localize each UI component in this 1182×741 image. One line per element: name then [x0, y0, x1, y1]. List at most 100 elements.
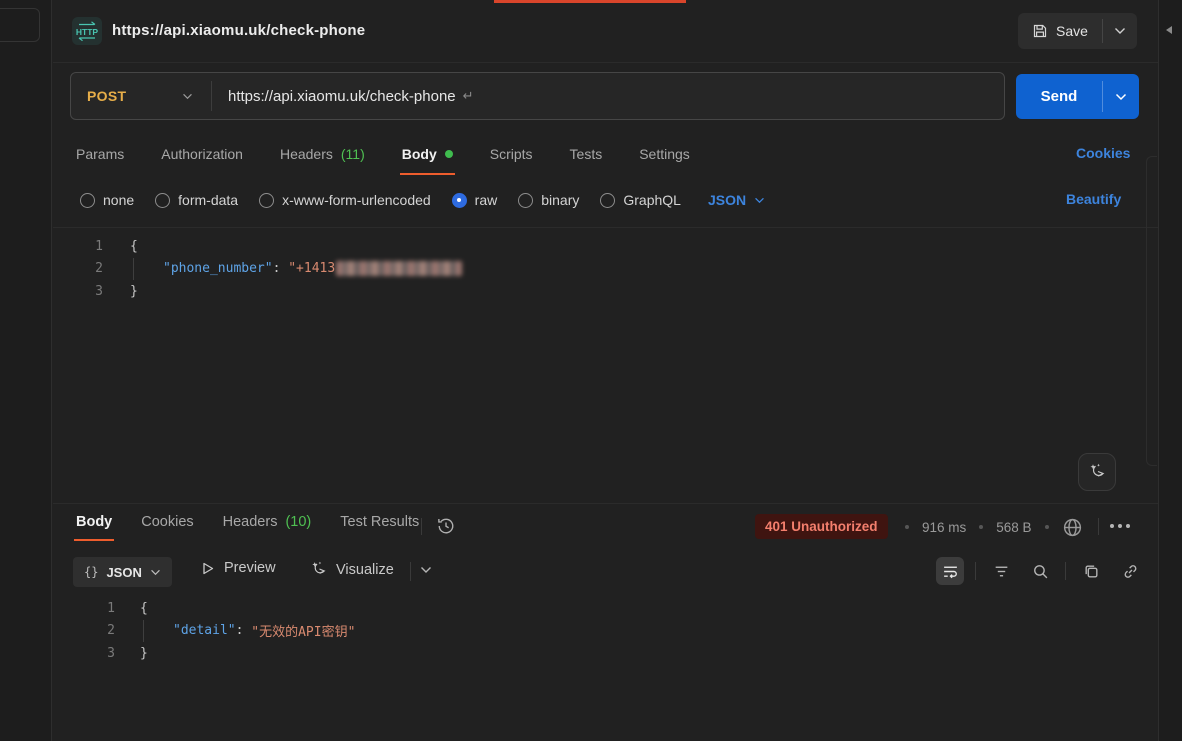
radio-icon [518, 193, 533, 208]
toolbar-chevron-down-icon[interactable] [420, 566, 432, 574]
save-button-main[interactable]: Save [1018, 13, 1102, 49]
line-number: 2 [53, 623, 115, 638]
save-label: Save [1056, 23, 1088, 39]
play-icon [201, 561, 215, 576]
url-input[interactable]: https://api.xiaomu.uk/check-phone ↵ [212, 88, 474, 105]
indent-guide [133, 258, 163, 281]
postbot-sparkle-icon [1087, 462, 1107, 482]
body-mode-graphql[interactable]: GraphQL [600, 192, 681, 208]
method-select[interactable]: POST [71, 88, 211, 104]
meta-separator-dot [1045, 525, 1049, 529]
send-options-button[interactable] [1103, 74, 1139, 119]
tab-body[interactable]: Body [402, 146, 453, 164]
send-button[interactable]: Send [1016, 74, 1139, 119]
code-line: 3 } [53, 280, 1053, 303]
json-value: "+1413 [288, 261, 335, 276]
body-modified-dot [445, 150, 453, 158]
line-number: 3 [53, 646, 115, 661]
response-tab-cookies[interactable]: Cookies [141, 514, 193, 532]
request-url-bar: POST https://api.xiaomu.uk/check-phone ↵ [70, 72, 1005, 120]
line-number: 2 [53, 261, 103, 276]
tab-tests[interactable]: Tests [570, 146, 603, 164]
tab-headers[interactable]: Headers (11) [280, 146, 365, 164]
beautify-link[interactable]: Beautify [1066, 191, 1121, 207]
cookies-link[interactable]: Cookies [1076, 145, 1130, 161]
response-meta: 916 ms 568 B [905, 516, 1083, 538]
json-key: "detail" [173, 623, 236, 638]
editor-scroll-edge [1146, 156, 1157, 466]
body-mode-binary[interactable]: binary [518, 192, 579, 208]
response-tab-headers[interactable]: Headers (10) [223, 514, 312, 532]
visualize-sparkle-icon [309, 560, 328, 579]
braces-icon: {} [84, 565, 98, 579]
active-tab-underline [400, 173, 455, 175]
body-mode-none[interactable]: none [80, 192, 134, 208]
chevron-down-icon [150, 569, 161, 576]
copy-button[interactable] [1077, 557, 1105, 585]
request-body-editor[interactable]: 1 { 2 "phone_number": "+1413 3 } [53, 235, 1053, 303]
collapse-left-icon[interactable] [1166, 26, 1172, 34]
meta-separator-dot [905, 525, 909, 529]
status-badge[interactable]: 401 Unauthorized [755, 514, 888, 539]
response-size[interactable]: 568 B [996, 520, 1031, 535]
response-headers-count: (10) [285, 514, 311, 530]
tab-settings[interactable]: Settings [639, 146, 690, 164]
save-button[interactable]: Save [1018, 13, 1137, 49]
save-options-button[interactable] [1103, 13, 1137, 49]
editor-top-divider [53, 227, 1158, 228]
meta-divider [1098, 518, 1099, 535]
response-history-icon[interactable] [436, 516, 456, 536]
code-line: 2 "phone_number": "+1413 [53, 258, 1053, 281]
svg-text:HTTP: HTTP [76, 27, 99, 37]
method-label: POST [87, 88, 126, 104]
sidebar-item-partial[interactable] [0, 8, 40, 42]
code-line: 1 { [53, 597, 1053, 620]
body-mode-raw[interactable]: raw [452, 192, 498, 208]
radio-icon-selected [452, 193, 467, 208]
left-sidebar [0, 0, 52, 741]
toolbar-divider [410, 562, 411, 581]
tab-authorization[interactable]: Authorization [161, 146, 243, 164]
response-divider[interactable] [53, 503, 1158, 504]
visualize-button[interactable]: Visualize [309, 560, 394, 579]
postbot-button[interactable] [1078, 453, 1116, 491]
meta-separator-dot [979, 525, 983, 529]
code-line: 1 { [53, 235, 1053, 258]
tab-scripts[interactable]: Scripts [490, 146, 533, 164]
response-time[interactable]: 916 ms [922, 520, 966, 535]
url-text: https://api.xiaomu.uk/check-phone [228, 88, 456, 105]
response-tabs-divider [421, 518, 422, 535]
active-tab-underline [74, 539, 114, 541]
response-tab-body[interactable]: Body [76, 514, 112, 532]
language-select[interactable]: JSON [708, 192, 765, 208]
code-line: 2 "detail": "无效的API密钥" [53, 620, 1053, 643]
response-body-editor[interactable]: 1 { 2 "detail": "无效的API密钥" 3 } [53, 597, 1053, 665]
request-tabs: Params Authorization Headers (11) Body S… [76, 140, 690, 170]
tab-params[interactable]: Params [76, 146, 124, 164]
toolbar-divider [975, 562, 976, 580]
network-globe-icon[interactable] [1062, 517, 1083, 538]
body-mode-form-data[interactable]: form-data [155, 192, 238, 208]
json-key: "phone_number" [163, 261, 273, 276]
send-label[interactable]: Send [1016, 74, 1102, 119]
response-more-options-icon[interactable] [1110, 519, 1130, 533]
link-button[interactable] [1116, 557, 1144, 585]
app-window: HTTP https://api.xiaomu.uk/check-phone S… [0, 0, 1182, 741]
radio-icon [80, 193, 95, 208]
search-button[interactable] [1026, 557, 1054, 585]
active-tab-accent-bar [494, 0, 686, 3]
chevron-down-icon [182, 93, 193, 100]
request-title: https://api.xiaomu.uk/check-phone [112, 22, 365, 39]
chevron-down-icon [754, 197, 765, 204]
redacted-phone-number [336, 261, 462, 276]
preview-button[interactable]: Preview [201, 560, 276, 576]
indent-guide [143, 620, 173, 643]
response-tab-test-results[interactable]: Test Results [340, 514, 419, 532]
body-mode-urlencoded[interactable]: x-www-form-urlencoded [259, 192, 431, 208]
filter-button[interactable] [987, 557, 1015, 585]
response-format-select[interactable]: {} JSON [73, 557, 172, 587]
wrap-text-button[interactable] [936, 557, 964, 585]
save-icon [1032, 23, 1048, 39]
radio-icon [259, 193, 274, 208]
enter-hint: ↵ [463, 88, 474, 104]
